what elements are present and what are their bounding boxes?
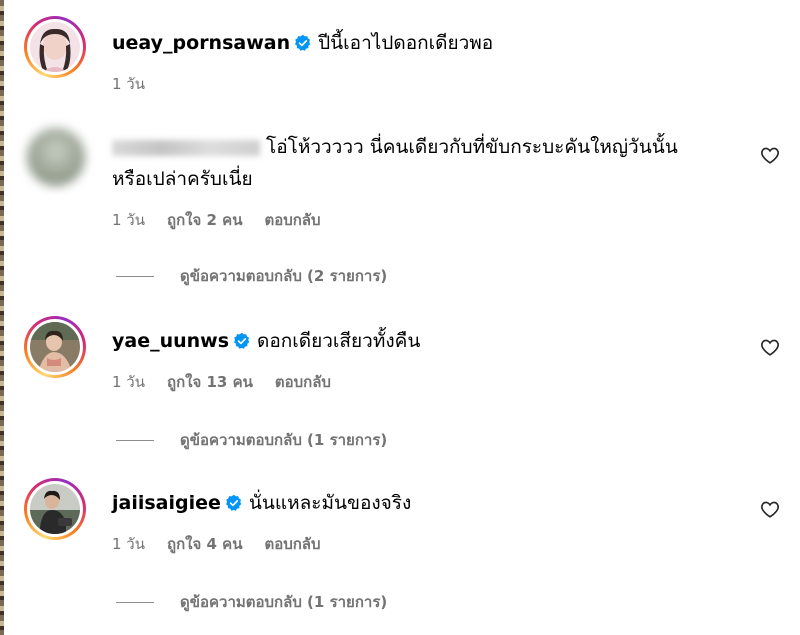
- verified-badge-icon: [294, 33, 312, 59]
- replies-divider: [116, 602, 154, 603]
- comment-timestamp[interactable]: 1 วัน: [112, 75, 145, 93]
- verified-badge-icon: [233, 331, 251, 357]
- view-replies-button[interactable]: ดูข้อความตอบกลับ (2 รายการ): [116, 264, 387, 288]
- view-replies-button[interactable]: ดูข้อความตอบกลับ (1 รายการ): [116, 590, 387, 614]
- comment-item: yae_uunws ดอกเดียวเสียวทั้งคืน 1 วัน ถูกใจ…: [24, 316, 800, 456]
- view-replies-label: ดูข้อความตอบกลับ (1 รายการ): [180, 431, 388, 449]
- reply-button[interactable]: ตอบกลับ: [275, 373, 331, 391]
- replies-divider: [116, 276, 154, 277]
- comment-timestamp[interactable]: 1 วัน: [112, 535, 145, 553]
- view-replies-label: ดูข้อความตอบกลับ (2 รายการ): [180, 267, 388, 285]
- view-replies-label: ดูข้อความตอบกลับ (1 รายการ): [180, 593, 388, 611]
- comment-text: ปีนี้เอาไปดอกเดียวพอ: [318, 32, 494, 54]
- avatar-jaiisaigiee[interactable]: [24, 478, 86, 540]
- comment-likes-count[interactable]: ถูกใจ 2 คน: [167, 211, 242, 229]
- comment-caption: ueay_pornsawan ปีนี้เอาไปดอกเดียวพอ 1 วัน: [24, 16, 800, 96]
- comment-text: นั่นแหละมันของจริง: [248, 492, 412, 514]
- replies-divider: [116, 440, 154, 441]
- comment-timestamp[interactable]: 1 วัน: [112, 373, 145, 391]
- heart-outline-icon[interactable]: [760, 338, 780, 356]
- comment-username[interactable]: yae_uunws: [112, 330, 229, 352]
- comment-username[interactable]: ueay_pornsawan: [112, 32, 290, 54]
- comment-username[interactable]: jaiisaigiee: [112, 492, 221, 514]
- avatar-ueay-pornsawan[interactable]: [24, 16, 86, 78]
- avatar-yae-uunws[interactable]: [24, 316, 86, 378]
- comment-text-line1: โอ่โห้ววววว นี่คนเดียวกับที่ขับกระบะคันใ…: [266, 136, 678, 158]
- comment-likes-count[interactable]: ถูกใจ 4 คน: [167, 535, 242, 553]
- avatar-blurred[interactable]: [27, 128, 85, 186]
- heart-outline-icon[interactable]: [760, 146, 780, 164]
- heart-outline-icon[interactable]: [760, 500, 780, 518]
- comment-item: jaiisaigiee นั่นแหละมันของจริง 1 วัน ถูกใจ…: [24, 478, 800, 618]
- comment-text: ดอกเดียวเสียวทั้งคืน: [257, 330, 421, 352]
- comment-likes-count[interactable]: ถูกใจ 13 คน: [167, 373, 253, 391]
- view-replies-button[interactable]: ดูข้อความตอบกลับ (1 รายการ): [116, 428, 387, 452]
- comment-timestamp[interactable]: 1 วัน: [112, 211, 145, 229]
- comment-text-line2: หรือเปล่าครับเนี่ย: [112, 168, 253, 190]
- comment-item: โอ่โห้ววววว นี่คนเดียวกับที่ขับกระบะคันใ…: [24, 122, 800, 287]
- reply-button[interactable]: ตอบกลับ: [264, 211, 320, 229]
- reply-button[interactable]: ตอบกลับ: [264, 535, 320, 553]
- background-edge-strip: [0, 0, 4, 635]
- verified-badge-icon: [225, 493, 243, 519]
- comment-username-redacted[interactable]: [112, 139, 260, 156]
